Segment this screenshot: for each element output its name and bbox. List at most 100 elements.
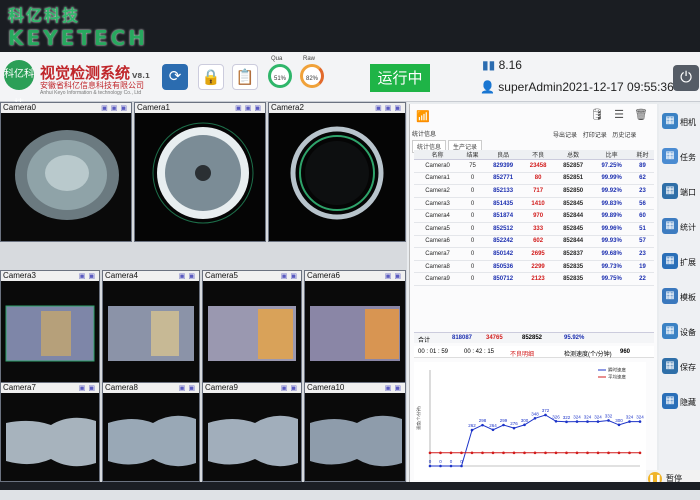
series-point-1 <box>544 451 547 455</box>
list-icon[interactable]: ☰ <box>610 108 628 124</box>
watermark-en: KEYETECH <box>8 26 149 50</box>
camera-view-8[interactable]: Camera8 ▣▣ <box>102 382 200 482</box>
print-records-button[interactable]: 打印记录 <box>583 133 607 139</box>
totals-rate: 95.92% <box>564 335 585 341</box>
data-label: 348 <box>531 411 539 416</box>
series-point-0 <box>565 420 568 424</box>
table-cell: 852133 <box>483 184 523 198</box>
report-button[interactable]: 📋 <box>232 64 258 90</box>
col-header: 耗时 <box>631 150 654 160</box>
table-row[interactable]: Camera6 0 852242 602 852844 99.93% 57 <box>414 235 654 249</box>
table-row[interactable]: Camera4 0 851874 970 852844 99.89% 60 <box>414 209 654 223</box>
camera-header: Camera8 ▣▣ <box>103 383 199 393</box>
camera-controls[interactable]: ▣▣ <box>79 272 98 281</box>
camera-view-10[interactable]: Camera10 ▣▣ <box>304 382 406 482</box>
table-cell: 0 <box>461 247 484 261</box>
sidebar-item-windows[interactable]: ▦ 隐藏 <box>661 388 699 415</box>
camera-controls[interactable]: ▣▣ <box>79 384 98 393</box>
sidebar-item-template[interactable]: ▦ 模板 <box>661 283 699 310</box>
device-icon: ▦ <box>662 323 678 339</box>
company-logo: 科亿科技 <box>4 60 34 110</box>
series-point-1 <box>512 451 516 455</box>
sidebar-item-chart[interactable]: ▦ 统计 <box>661 213 699 240</box>
power-button[interactable]: ⏻ <box>673 65 699 91</box>
camera-controls[interactable]: ▣▣▣ <box>375 104 404 113</box>
data-label: 322 <box>563 415 571 420</box>
camera-view-0[interactable]: Camera0 ▣▣▣ <box>0 102 132 242</box>
camera-controls[interactable]: ▣▣ <box>179 272 198 281</box>
table-cell: 852850 <box>554 184 593 198</box>
watermark-cn: 科亿科技 <box>8 6 81 25</box>
chart-toggle-icon[interactable]: 📶 <box>414 110 432 126</box>
camera-image <box>269 113 405 241</box>
run-status-button[interactable]: 运行中 <box>370 64 430 92</box>
camera-header: Camera5 ▣▣ <box>203 271 301 281</box>
col-header: 比率 <box>592 150 632 160</box>
series-point-0 <box>533 416 537 420</box>
camera-view-4[interactable]: Camera4 ▣▣ <box>102 270 200 388</box>
lock-button[interactable]: 🔒 <box>198 64 224 90</box>
camera-view-5[interactable]: Camera5 ▣▣ <box>202 270 302 388</box>
camera-controls[interactable]: ▣▣ <box>385 384 404 393</box>
speed-chart-svg: 速度(个/分钟)0 0 0 0262298264299276300348372326 3… <box>415 367 644 468</box>
database-icon[interactable]: 🛢 <box>588 108 606 124</box>
series-point-1 <box>491 451 495 455</box>
camera-view-9[interactable]: Camera9 ▣▣ <box>202 382 302 482</box>
defect-details-link[interactable]: 不良明细 <box>510 349 534 358</box>
sidebar-item-save[interactable]: ▦ 保存 <box>661 353 699 380</box>
camera-view-6[interactable]: Camera6 ▣▣ <box>304 270 406 388</box>
camera-controls[interactable]: ▣▣ <box>179 384 198 393</box>
table-cell: 1410 <box>522 197 555 211</box>
data-label: 0 <box>439 459 442 464</box>
sidebar-item-port[interactable]: ▦ 端口 <box>661 178 699 205</box>
time-row: 00 : 01 : 59 00 : 42 : 15 不良明细 检测速度(个/分钟… <box>414 346 654 358</box>
data-label: 324 <box>636 415 644 420</box>
camera-controls[interactable]: ▣▣ <box>385 272 404 281</box>
camera-view-7[interactable]: Camera7 ▣▣ <box>0 382 100 482</box>
table-row[interactable]: Camera2 0 852133 717 852850 99.92% 23 <box>414 184 654 198</box>
history-records-button[interactable]: 历史记录 <box>612 133 636 139</box>
camera-image <box>203 281 301 387</box>
sidebar-item-puzzle[interactable]: ▦ 扩展 <box>661 248 699 275</box>
camera-controls[interactable]: ▣▣ <box>281 272 300 281</box>
camera-view-1[interactable]: Camera1 ▣▣▣ <box>134 102 266 242</box>
table-row[interactable]: Camera8 0 850536 2299 852835 99.73% 19 <box>414 260 654 274</box>
table-row[interactable]: Camera5 0 852512 333 852845 99.96% 51 <box>414 222 654 236</box>
table-cell: 852835 <box>554 260 593 274</box>
camera-image <box>1 393 99 481</box>
series-point-1 <box>502 451 505 455</box>
camera-view-3[interactable]: Camera3 ▣▣ <box>0 270 100 388</box>
table-cell: Camera2 <box>414 184 462 198</box>
table-row[interactable]: Camera0 75 829399 23458 852857 97.25% 89 <box>414 159 654 173</box>
series-point-0 <box>628 420 631 423</box>
table-row[interactable]: Camera9 0 850712 2123 852835 99.75% 22 <box>414 272 654 286</box>
camera-controls[interactable]: ▣▣ <box>281 384 300 393</box>
camera-controls[interactable]: ▣▣▣ <box>235 104 264 113</box>
col-header: 名称 <box>414 150 462 160</box>
camera-view-2[interactable]: Camera2 ▣▣▣ <box>268 102 406 242</box>
table-row[interactable]: Camera7 0 850142 2695 852837 99.68% 23 <box>414 247 654 261</box>
sidebar-item-camera[interactable]: ▦ 相机 <box>661 108 699 135</box>
table-cell: 852512 <box>483 222 523 236</box>
data-label: 300 <box>615 418 623 423</box>
sidebar-item-device[interactable]: ▦ 设备 <box>661 318 699 345</box>
table-row[interactable]: Camera1 0 852771 80 852851 99.99% 62 <box>414 172 654 186</box>
table-cell: 51 <box>631 222 654 236</box>
table-cell: 852771 <box>483 172 523 186</box>
table-cell: 99.89% <box>592 209 632 223</box>
export-records-button[interactable]: 导出记录 <box>553 133 577 139</box>
table-cell: 602 <box>522 235 555 249</box>
series-point-0 <box>481 423 484 427</box>
table-cell: 22 <box>631 272 654 286</box>
camera-controls[interactable]: ▣▣▣ <box>101 104 130 113</box>
trash-icon[interactable]: 🗑 <box>632 108 650 124</box>
table-row[interactable]: Camera3 0 851435 1410 852845 99.83% 56 <box>414 197 654 211</box>
port-icon: ▦ <box>662 183 678 199</box>
table-cell: 851874 <box>483 209 523 223</box>
table-cell: 850142 <box>483 247 523 261</box>
refresh-button[interactable]: ⟳ <box>162 64 188 90</box>
sidebar-item-label: 模板 <box>680 293 696 302</box>
y-axis-label: 速度(个/分钟) <box>415 405 421 429</box>
series-point-0 <box>502 423 505 427</box>
sidebar-item-task[interactable]: ▦ 任务 <box>661 143 699 170</box>
